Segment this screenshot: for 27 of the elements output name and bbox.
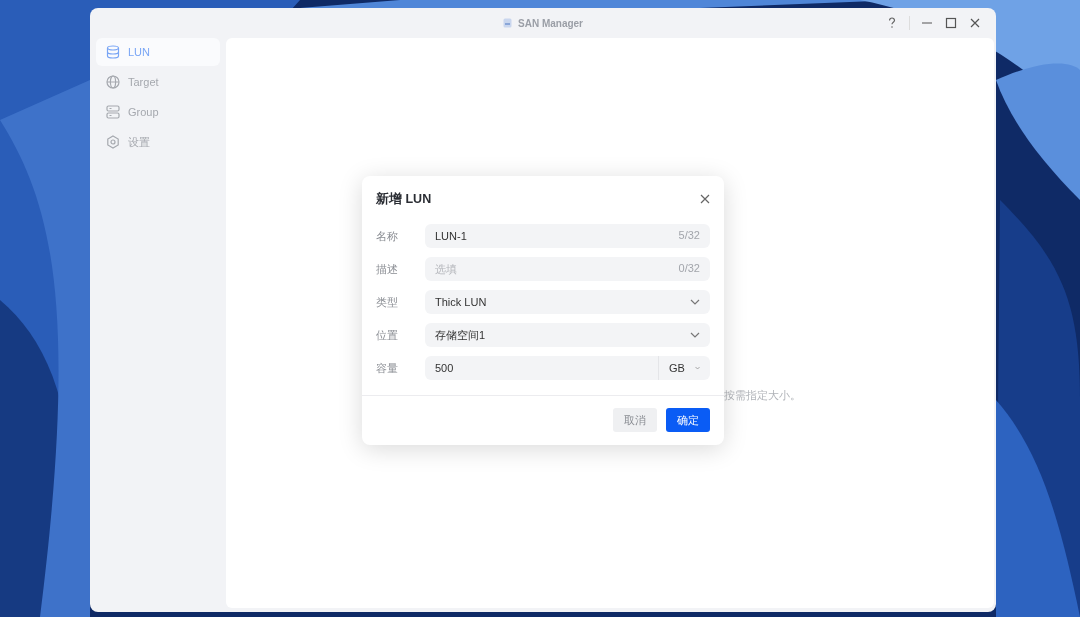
maximize-icon[interactable] <box>944 16 958 30</box>
field-label: 类型 <box>376 294 399 310</box>
field-label: 容量 <box>376 360 399 376</box>
field-label: 描述 <box>376 261 399 277</box>
server-icon <box>106 105 120 119</box>
hint-text: 按需指定大小。 <box>724 388 801 403</box>
character-counter: 0/32 <box>678 262 700 274</box>
character-counter: 5/32 <box>678 229 700 241</box>
select-field[interactable]: 存储空间1 <box>425 323 710 347</box>
chevron-down-icon <box>694 365 700 371</box>
dialog-title: 新增 LUN <box>376 190 432 208</box>
select-field[interactable]: Thick LUN <box>425 290 710 314</box>
field-label: 名称 <box>376 228 399 244</box>
settings-icon <box>106 135 120 149</box>
close-icon[interactable] <box>968 16 982 30</box>
database-icon <box>106 45 120 59</box>
confirm-button[interactable]: 确定 <box>666 408 710 432</box>
field-label: 位置 <box>376 327 399 343</box>
number-field[interactable]: 500 <box>425 356 658 380</box>
cancel-button[interactable]: 取消 <box>613 408 657 432</box>
window-title: SAN Manager <box>518 17 583 29</box>
app-icon <box>503 18 512 28</box>
unit-select[interactable]: GB <box>658 356 710 380</box>
close-icon[interactable] <box>700 194 710 204</box>
globe-icon <box>106 75 120 89</box>
chevron-down-icon <box>690 299 700 305</box>
chevron-down-icon <box>690 332 700 338</box>
